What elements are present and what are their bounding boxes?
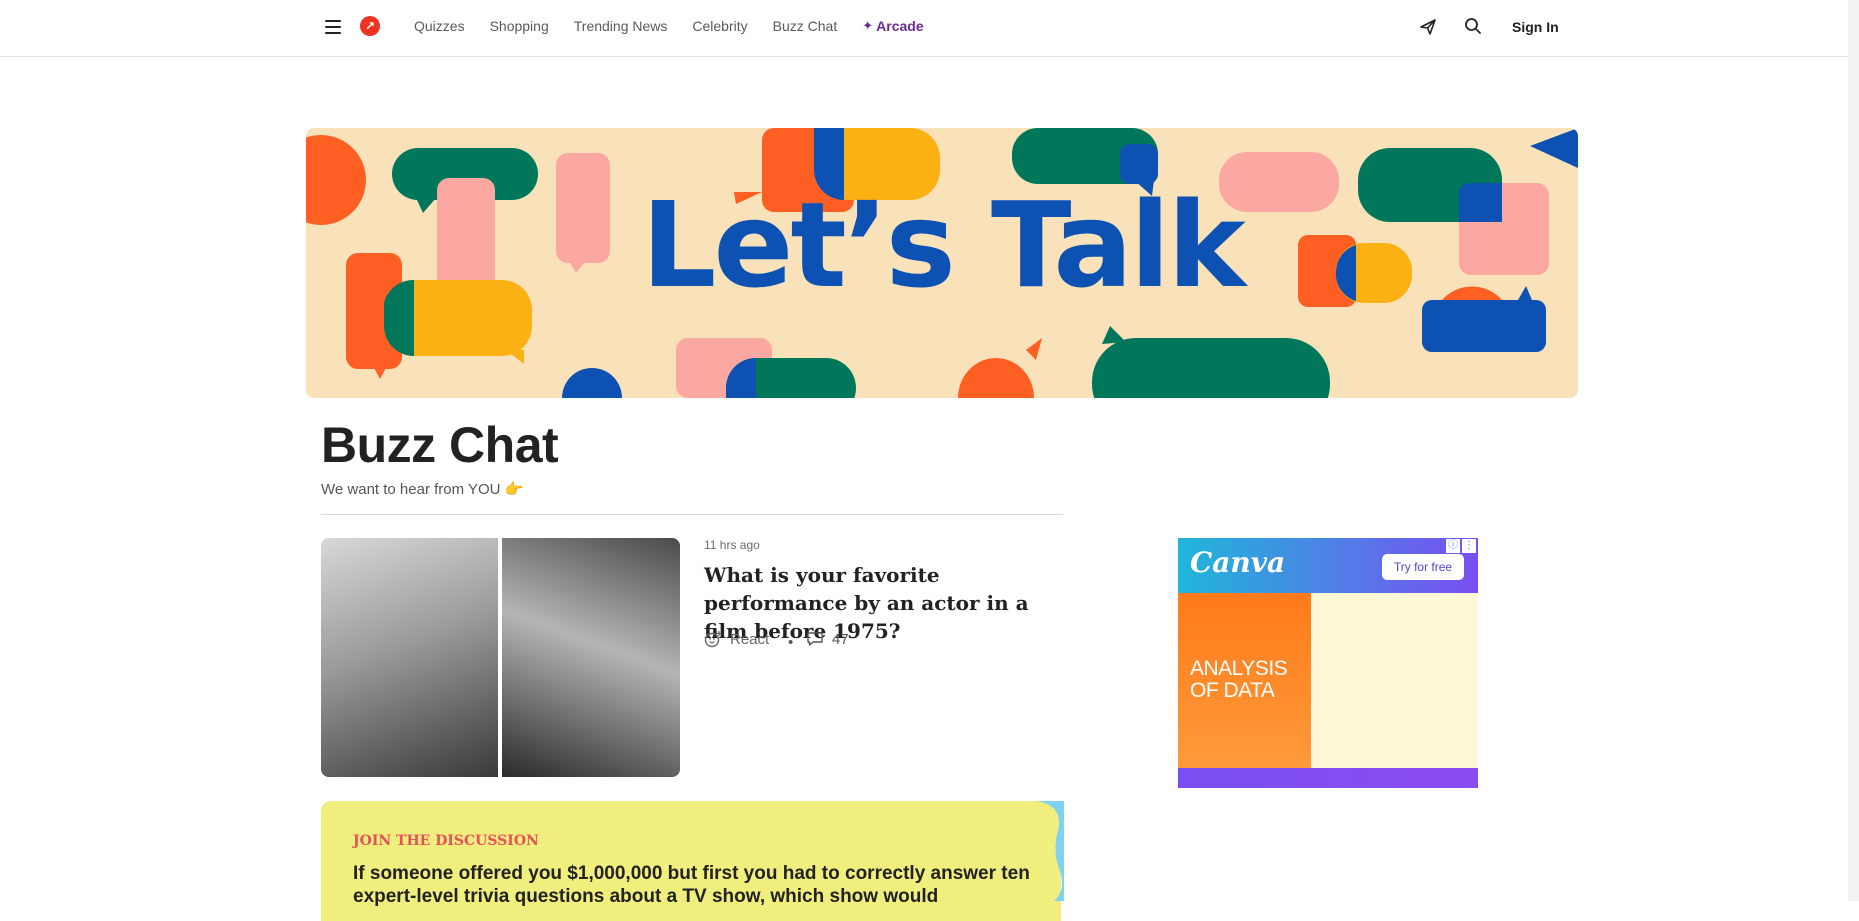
ad-info-icon[interactable]: ⓘ xyxy=(1446,539,1460,553)
separator-dot: • xyxy=(788,634,794,651)
ad-brand: Canva xyxy=(1190,546,1286,579)
nav-item-arcade[interactable]: ✦ Arcade xyxy=(862,18,923,34)
subtitle-text: We want to hear from YOU xyxy=(321,481,501,498)
ad-headline: ANALYSIS OF DATA xyxy=(1190,657,1288,702)
divider xyxy=(321,514,1063,515)
sparkle-icon: ✦ xyxy=(862,18,874,33)
page-subtitle: We want to hear from YOU 👉 xyxy=(321,480,523,498)
react-emoji-icon xyxy=(704,631,722,648)
join-discussion-card[interactable]: JOIN THE DISCUSSION If someone offered y… xyxy=(321,801,1061,921)
main-nav: Quizzes Shopping Trending News Celebrity… xyxy=(414,18,924,34)
top-navigation-bar: ↗ Quizzes Shopping Trending News Celebri… xyxy=(0,0,1859,57)
nav-item-shopping[interactable]: Shopping xyxy=(490,18,549,34)
ad-cream-panel xyxy=(1311,593,1478,768)
actor-photo-left xyxy=(321,538,498,777)
menu-icon[interactable] xyxy=(325,20,341,34)
discussion-wave-decoration xyxy=(1036,801,1064,901)
react-label: React xyxy=(730,630,770,648)
nav-item-buzz-chat[interactable]: Buzz Chat xyxy=(773,18,838,34)
nav-item-celebrity[interactable]: Celebrity xyxy=(692,18,747,34)
sign-in-button[interactable]: Sign In xyxy=(1512,19,1559,35)
actor-photo-right xyxy=(502,538,680,777)
ad-footer xyxy=(1178,768,1478,788)
post-timestamp: 11 hrs ago xyxy=(704,538,760,552)
search-icon[interactable] xyxy=(1463,16,1483,36)
discussion-label: JOIN THE DISCUSSION xyxy=(353,833,539,849)
lets-talk-banner: Let’s Talk xyxy=(306,128,1578,398)
arcade-label: Arcade xyxy=(876,18,924,34)
nav-item-trending-news[interactable]: Trending News xyxy=(574,18,668,34)
send-icon[interactable] xyxy=(1418,17,1438,37)
comment-count: 47 xyxy=(832,630,849,648)
comments-button[interactable]: 47 xyxy=(806,630,849,648)
ad-try-button[interactable]: Try for free xyxy=(1382,554,1464,580)
page-scrollbar[interactable] xyxy=(1848,0,1859,901)
ad-more-icon[interactable]: ⋮ xyxy=(1462,539,1476,553)
nav-item-quizzes[interactable]: Quizzes xyxy=(414,18,465,34)
react-button[interactable]: React xyxy=(704,630,769,648)
canva-advertisement[interactable]: Canva Try for free ⓘ ⋮ ANALYSIS OF DATA xyxy=(1178,538,1478,788)
comment-icon xyxy=(807,632,823,646)
pointing-hand-icon: 👉 xyxy=(504,481,524,498)
discussion-question: If someone offered you $1,000,000 but fi… xyxy=(353,863,1030,907)
buzzfeed-logo[interactable]: ↗ xyxy=(360,16,380,36)
page-title: Buzz Chat xyxy=(321,417,559,473)
post-thumbnail[interactable] xyxy=(321,538,680,777)
banner-title: Let’s Talk xyxy=(641,176,1246,314)
